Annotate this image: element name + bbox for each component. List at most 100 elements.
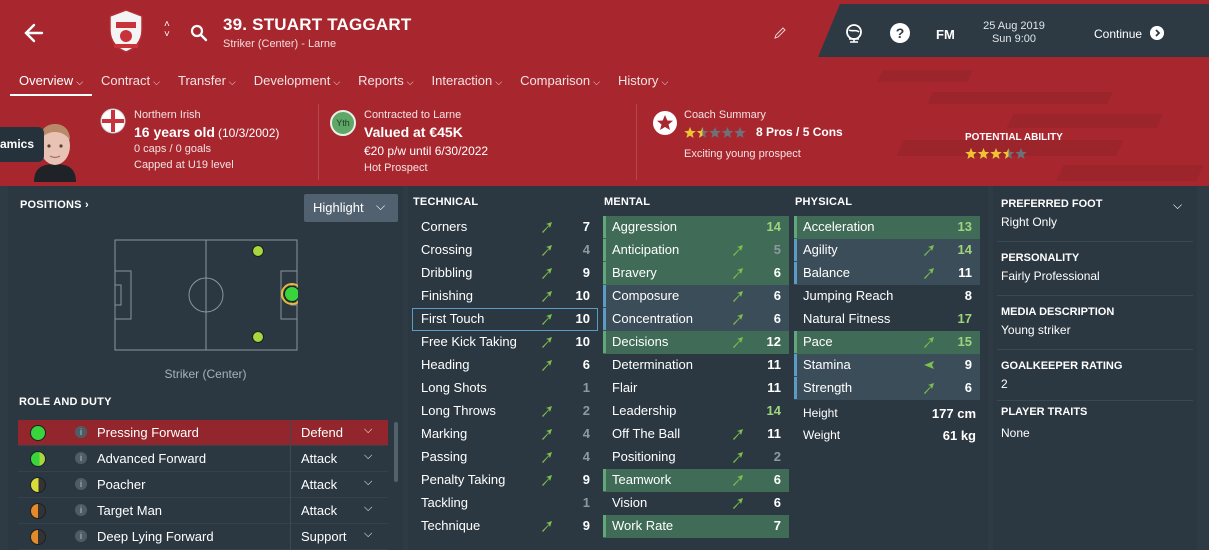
tab-label: Comparison (520, 73, 591, 88)
attribute-row[interactable]: Determination 11 (603, 354, 789, 377)
attribute-row[interactable]: Off The Ball 11 (603, 423, 789, 446)
attribute-row[interactable]: Corners 7 (412, 216, 598, 239)
chevron-down-icon[interactable]: ⌵ (1173, 198, 1182, 213)
attribute-row[interactable]: Penalty Taking 9 (412, 469, 598, 492)
info-icon[interactable]: i (75, 530, 87, 542)
attribute-row[interactable]: Strength 6 (794, 377, 980, 400)
duty-dropdown[interactable]: Defend (290, 420, 388, 446)
role-row-poacher[interactable]: i Poacher Attack ⌵ (18, 472, 388, 498)
attribute-row[interactable]: Free Kick Taking 10 (412, 331, 598, 354)
attribute-row[interactable]: Heading 6 (412, 354, 598, 377)
attribute-row[interactable]: Marking 4 (412, 423, 598, 446)
attribute-row[interactable]: Jumping Reach 8 (794, 285, 980, 308)
duty-dropdown[interactable]: Attack (290, 498, 388, 524)
attribute-row[interactable]: Work Rate 7 (603, 515, 789, 538)
attribute-name: Natural Fitness (803, 311, 891, 326)
globe-icon[interactable] (843, 22, 865, 44)
attribute-row[interactable]: Crossing 4 (412, 239, 598, 262)
attribute-value: 8 (964, 288, 972, 303)
duty-dropdown[interactable]: Support (290, 524, 388, 550)
help-icon[interactable]: ? (889, 22, 911, 44)
star-icon (1002, 148, 1015, 159)
role-row-target-man[interactable]: i Target Man Attack ⌵ (18, 498, 388, 524)
fm-menu-button[interactable]: FM (936, 27, 955, 42)
attribute-row[interactable]: Aggression 14 (603, 216, 789, 239)
attribute-name: Positioning (612, 449, 676, 464)
attribute-row[interactable]: First Touch 10 (412, 308, 598, 331)
duty-dropdown[interactable]: Attack (290, 446, 388, 472)
continue-button[interactable]: Continue (1094, 27, 1142, 41)
attribute-row[interactable]: Flair 11 (603, 377, 789, 400)
tab-contract[interactable]: Contract ⌵ (92, 70, 169, 96)
dynamics-side-tab[interactable]: amics (0, 127, 44, 162)
tab-comparison[interactable]: Comparison ⌵ (511, 70, 609, 96)
role-row-pressing-forward[interactable]: i Pressing Forward Defend ⌵ (18, 420, 388, 446)
duty-value: Attack (301, 451, 338, 466)
attribute-row[interactable]: Long Shots 1 (412, 377, 598, 400)
position-dot-amr (252, 245, 264, 257)
tab-overview[interactable]: Overview ⌵ (10, 70, 93, 96)
star-icon (684, 127, 696, 138)
caps-text: 0 caps / 0 goals (134, 143, 212, 155)
tab-reports[interactable]: Reports ⌵ (349, 70, 422, 96)
duty-value: Defend (301, 425, 343, 440)
star-icon (990, 148, 1002, 159)
attribute-row[interactable]: Acceleration 13 (794, 216, 980, 239)
tab-history[interactable]: History ⌵ (609, 70, 677, 96)
attribute-row[interactable]: Passing 4 (412, 446, 598, 469)
attribute-name: Finishing (421, 288, 474, 303)
role-row-deep-lying-forward[interactable]: i Deep Lying Forward Support ⌵ (18, 524, 388, 550)
roles-scrollbar[interactable] (394, 422, 398, 482)
info-icon[interactable]: i (75, 426, 87, 438)
duty-dropdown[interactable]: Attack (290, 472, 388, 498)
attribute-row[interactable]: Positioning 2 (603, 446, 789, 469)
attribute-row[interactable]: Decisions 12 (603, 331, 789, 354)
trend-up-arrow-icon (733, 337, 743, 348)
info-icon[interactable]: i (75, 504, 87, 516)
divider (997, 241, 1193, 242)
info-icon[interactable]: i (75, 478, 87, 490)
attribute-row[interactable]: Vision 6 (603, 492, 789, 515)
attribute-row[interactable]: Dribbling 9 (412, 262, 598, 285)
attribute-row[interactable]: Leadership 14 (603, 400, 789, 423)
role-name: Advanced Forward (97, 451, 207, 466)
attribute-row[interactable]: Long Throws 2 (412, 400, 598, 423)
attribute-row[interactable]: Finishing 10 (412, 285, 598, 308)
attribute-row[interactable]: Natural Fitness 17 (794, 308, 980, 331)
attribute-row[interactable]: Teamwork 6 (603, 469, 789, 492)
player-nav-arrows[interactable]: ˄ ˅ (164, 20, 170, 40)
player-traits-value: None (1001, 426, 1030, 440)
positions-heading-text: POSITIONS (20, 199, 82, 211)
tab-interaction[interactable]: Interaction ⌵ (423, 70, 512, 96)
tab-transfer[interactable]: Transfer ⌵ (169, 70, 245, 96)
chevron-down-icon: ⌵ (364, 502, 373, 514)
tab-development[interactable]: Development ⌵ (245, 70, 349, 96)
role-name: Deep Lying Forward (97, 529, 214, 544)
attribute-row[interactable]: Bravery 6 (603, 262, 789, 285)
attribute-row[interactable]: Pace 15 (794, 331, 980, 354)
chevron-right-icon[interactable] (1150, 26, 1164, 40)
attribute-name: Corners (421, 219, 468, 234)
attribute-row[interactable]: Anticipation 5 (603, 239, 789, 262)
role-row-advanced-forward[interactable]: i Advanced Forward Attack ⌵ (18, 446, 388, 472)
attribute-row[interactable]: Agility 14 (794, 239, 980, 262)
attribute-name: Free Kick Taking (421, 334, 517, 349)
preferred-foot-heading: PREFERRED FOOT (1001, 198, 1103, 210)
attributes-panel: TECHNICAL Corners 7 Crossing 4 Dribbling 9 Fin… (408, 186, 988, 550)
back-arrow-icon[interactable] (20, 20, 46, 46)
attribute-row[interactable]: Composure 6 (603, 285, 789, 308)
attribute-row[interactable]: Balance 11 (794, 262, 980, 285)
pros-cons-text[interactable]: 8 Pros / 5 Cons (756, 123, 843, 141)
role-duty-heading: ROLE AND DUTY (19, 396, 112, 408)
role-suitability-dot (30, 451, 46, 467)
attribute-row[interactable]: Tackling 1 (412, 492, 598, 515)
contract-block: Contracted to Larne Valued at €45K €20 p… (364, 109, 488, 175)
positions-heading[interactable]: POSITIONS › (20, 199, 89, 211)
edit-pencil-icon[interactable] (773, 26, 787, 40)
attribute-row[interactable]: Concentration 6 (603, 308, 789, 331)
attribute-row[interactable]: Technique 9 (412, 515, 598, 538)
highlight-dropdown[interactable]: Highlight ⌵ (304, 194, 398, 222)
search-icon[interactable] (190, 24, 208, 42)
info-icon[interactable]: i (75, 452, 87, 464)
attribute-row[interactable]: Stamina 9 (794, 354, 980, 377)
